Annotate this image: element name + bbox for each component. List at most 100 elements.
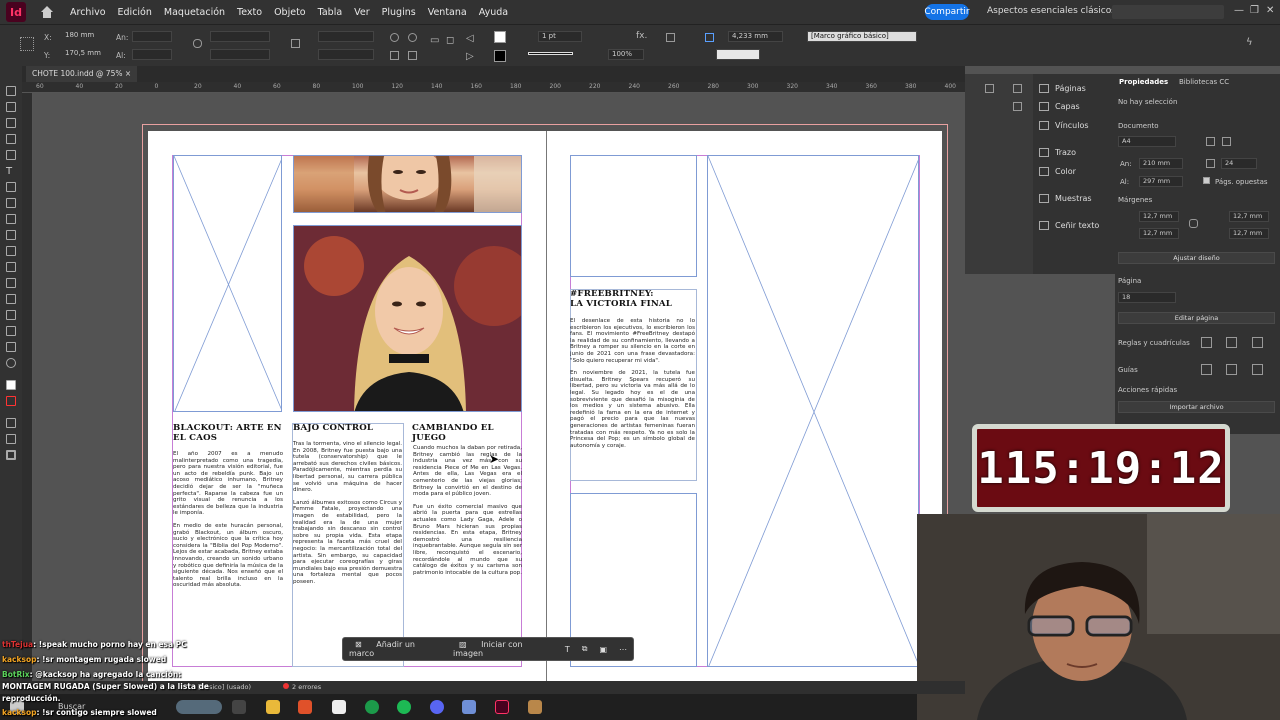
panel-trazo[interactable]: Trazo: [1055, 148, 1076, 157]
file-explorer-icon[interactable]: [266, 700, 280, 714]
flip-horizontal-icon[interactable]: [390, 51, 399, 60]
vertical-ruler[interactable]: [22, 93, 33, 683]
panel-capas[interactable]: Capas: [1055, 102, 1080, 111]
offset-field[interactable]: 4,233 mm: [728, 31, 783, 42]
import-file-button[interactable]: Importar archivo: [1118, 401, 1275, 413]
panel-color[interactable]: Color: [1055, 167, 1076, 176]
zoom-tool-icon[interactable]: [6, 358, 16, 368]
screen-mode-icon[interactable]: [6, 450, 16, 460]
lock-guides-icon[interactable]: [1226, 364, 1237, 375]
select-content-icon[interactable]: ◻: [446, 35, 454, 46]
facing-pages-checkbox[interactable]: [1203, 177, 1210, 184]
scale-x-field[interactable]: [210, 31, 270, 42]
col1-body[interactable]: El año 2007 es a menudo malinterpretado …: [173, 451, 283, 611]
pages-icon[interactable]: [1013, 84, 1022, 93]
rotate-cw-icon[interactable]: [390, 33, 399, 42]
page-dropdown[interactable]: 18: [1118, 292, 1176, 303]
document-grid-icon[interactable]: [1252, 337, 1263, 348]
menu-ventana[interactable]: Ventana: [422, 7, 473, 18]
archive-icon[interactable]: [528, 700, 542, 714]
auto-fit-icon[interactable]: [705, 33, 714, 42]
baseline-grid-icon[interactable]: [1226, 337, 1237, 348]
gap-tool-icon[interactable]: [6, 134, 16, 144]
fill-icon[interactable]: [6, 380, 16, 390]
fill-swatch-icon[interactable]: [494, 31, 506, 43]
menu-texto[interactable]: Texto: [231, 7, 268, 18]
errors-status[interactable]: 2 errores: [292, 683, 321, 691]
landscape-orientation-icon[interactable]: [1222, 137, 1231, 146]
rulers-icon[interactable]: [1201, 337, 1212, 348]
margin-inside-field[interactable]: 12,7 mm: [1229, 211, 1269, 222]
portrait-orientation-icon[interactable]: [1206, 137, 1215, 146]
properties-icon[interactable]: [985, 84, 994, 93]
rotate-ccw-icon[interactable]: [408, 33, 417, 42]
menu-objeto[interactable]: Objeto: [268, 7, 312, 18]
menu-tabla[interactable]: Tabla: [312, 7, 349, 18]
page-size-dropdown[interactable]: A4: [1118, 136, 1176, 147]
pencil-tool-icon[interactable]: [6, 214, 16, 224]
margin-top-field[interactable]: 12,7 mm: [1139, 211, 1179, 222]
stroke-swatch-icon[interactable]: [494, 50, 506, 62]
menu-archivo[interactable]: Archivo: [64, 7, 112, 18]
menu-ver[interactable]: Ver: [348, 7, 376, 18]
maximize-icon[interactable]: ❐: [1250, 5, 1259, 16]
type-tool-icon[interactable]: T: [6, 166, 16, 177]
scale-y-field[interactable]: [210, 49, 270, 60]
selection-tool-icon[interactable]: [6, 86, 16, 96]
document-tab[interactable]: CHOTE 100.indd @ 75% ×: [26, 66, 138, 82]
x-field[interactable]: 180 mm: [62, 31, 110, 42]
constrain-proportions-icon[interactable]: [193, 39, 202, 48]
spotify-icon[interactable]: [397, 700, 411, 714]
tab-propiedades[interactable]: Propiedades: [1119, 78, 1168, 86]
horizontal-ruler[interactable]: 60 40 20 0 20 40 60 80 100 120 140 160 180 200 220 240 2…: [22, 82, 965, 93]
panel-vinculos[interactable]: Vínculos: [1055, 121, 1089, 130]
menu-plugins[interactable]: Plugins: [376, 7, 422, 18]
stroke-type-dropdown[interactable]: [528, 52, 573, 55]
pages-count-field[interactable]: 24: [1221, 158, 1257, 169]
menu-ayuda[interactable]: Ayuda: [473, 7, 514, 18]
direct-selection-tool-icon[interactable]: [6, 102, 16, 112]
hand-tool-icon[interactable]: [6, 342, 16, 352]
panel-cenir-texto[interactable]: Ceñir texto: [1055, 221, 1099, 230]
stroke-weight-field[interactable]: 1 pt: [538, 31, 582, 42]
note-tool-icon[interactable]: [6, 310, 16, 320]
close-window-icon[interactable]: ✕: [1266, 5, 1274, 16]
workspace-dropdown[interactable]: Aspectos esenciales clásicos ⌄: [987, 6, 1126, 16]
edit-page-button[interactable]: Editar página: [1118, 312, 1275, 324]
adjust-layout-button[interactable]: Ajustar diseño: [1118, 252, 1275, 264]
smart-guides-icon[interactable]: [1252, 364, 1263, 375]
object-style-dropdown[interactable]: [Marco gráfico básico]: [807, 31, 917, 42]
fx-icon[interactable]: fx.: [636, 31, 647, 41]
indesign-taskbar-icon[interactable]: [495, 700, 509, 714]
select-previous-icon[interactable]: ◁: [466, 33, 474, 44]
apply-color-icon[interactable]: [6, 434, 16, 444]
height-field[interactable]: [132, 49, 172, 60]
col3-heading[interactable]: CAMBIANDO EL JUEGO: [412, 423, 522, 443]
tab-bibliotecas-cc[interactable]: Bibliotecas CC: [1179, 78, 1229, 86]
pen-tool-icon[interactable]: [6, 198, 16, 208]
show-guides-icon[interactable]: [1201, 364, 1212, 375]
width-field[interactable]: [132, 31, 172, 42]
britney-photo-main[interactable]: [293, 225, 522, 412]
copy-icon[interactable]: ⧉: [576, 644, 594, 654]
stroke-icon[interactable]: [6, 396, 16, 406]
col2-body[interactable]: Tras la tormenta, vino el silencio legal…: [293, 441, 402, 611]
color-field[interactable]: [716, 49, 760, 60]
store-icon[interactable]: [332, 700, 346, 714]
rectangle-frame-tool-icon[interactable]: [6, 230, 16, 240]
add-frame-button[interactable]: ⊠ Añadir un marco: [343, 640, 447, 658]
col3-body[interactable]: Cuando muchos la daban por retirada, Bri…: [413, 445, 522, 605]
reference-point-icon[interactable]: [20, 37, 34, 51]
widget-icon[interactable]: [176, 700, 222, 714]
share-button[interactable]: Compartir: [924, 4, 970, 20]
task-view-icon[interactable]: [232, 700, 246, 714]
duplicate-icon[interactable]: ▣: [593, 645, 613, 654]
eyedropper-tool-icon[interactable]: [6, 326, 16, 336]
lightning-icon[interactable]: ϟ: [1246, 37, 1253, 48]
panel-paginas[interactable]: Páginas: [1055, 84, 1086, 93]
line-tool-icon[interactable]: [6, 182, 16, 192]
col1-heading[interactable]: BLACKOUT: ARTE EN EL CAOS: [173, 423, 285, 443]
close-tab-icon[interactable]: ×: [125, 69, 131, 78]
start-with-image-button[interactable]: ▨ Iniciar con imagen: [447, 640, 559, 658]
shear-field[interactable]: [318, 49, 374, 60]
